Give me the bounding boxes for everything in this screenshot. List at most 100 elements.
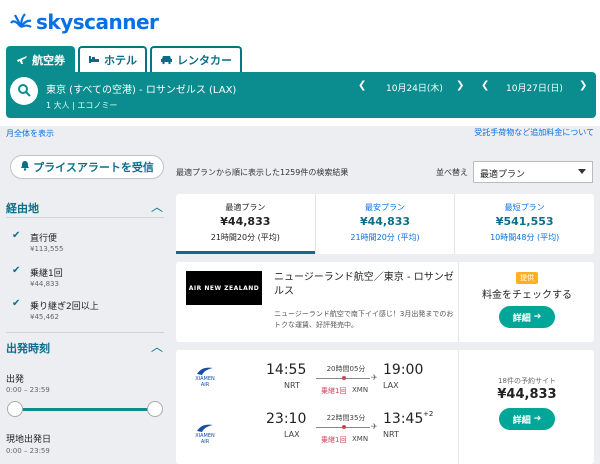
stops-collapse-chevron-icon[interactable]: ︿ (151, 198, 163, 215)
tab-fastest[interactable]: 最短プラン ¥541,553 10時間48分 (平均) (455, 194, 594, 254)
category-price: ¥44,833 (220, 215, 271, 228)
air-new-zealand-logo: AIR NEW ZEALAND (186, 271, 262, 305)
tab-hotels[interactable]: ホテル (78, 46, 147, 72)
xiamen-air-egret-icon (192, 423, 218, 433)
sponsored-ad-card[interactable]: AIR NEW ZEALAND ニュージーランド航空／東京 - ロサンゼルス ニ… (176, 262, 594, 342)
flight-result-card[interactable]: XIAMEN AIR 14:55 NRT 20時間05分 ✈ 乗継1回 XMN … (176, 350, 594, 464)
arr-airport: LAX (383, 381, 399, 390)
brand-name: skyscanner (36, 10, 159, 34)
month-view-link[interactable]: 月全体を表示 (6, 128, 54, 139)
check-price-text: 料金をチェックする (482, 290, 572, 301)
header: skyscanner 航空券 ホテル レンタカー 東京 (すべての空港) - ロ… (0, 0, 600, 138)
bell-icon (20, 160, 30, 174)
sort-label: 並べ替え (436, 168, 468, 177)
search-passengers[interactable]: 1 大人 | エコノミー (46, 100, 117, 111)
sponsored-badge: 提供 (516, 272, 538, 284)
stop-option-price: ¥45,462 (30, 313, 59, 321)
tab-car-rental-label: レンタカー (177, 54, 232, 67)
stop-dot (342, 425, 346, 429)
ad-cta-panel: 提供 料金をチェックする 詳細 ➔ (458, 262, 594, 342)
departure-time-heading[interactable]: 出発時刻 (6, 340, 50, 356)
stop-count: 乗継1回 (321, 436, 347, 444)
slider-handle-min[interactable] (7, 401, 23, 417)
arrow-right-icon: ➔ (533, 414, 542, 424)
price-alert-label: プライスアラートを受信 (33, 161, 154, 174)
stop-option-price: ¥44,833 (30, 280, 59, 288)
result-category-tabs: 最適プラン ¥44,833 21時間20分 (平均) 最安プラン ¥44,833… (176, 194, 594, 254)
ad-details-label: 詳細 (512, 313, 531, 324)
outbound-leg: XIAMEN AIR 14:55 NRT 20時間05分 ✈ 乗継1回 XMN … (176, 350, 458, 407)
tab-flights-label: 航空券 (32, 54, 65, 67)
flight-price: ¥44,833 (497, 387, 557, 402)
flight-details-button[interactable]: 詳細 ➔ (499, 408, 555, 430)
product-tabs: 航空券 ホテル レンタカー (6, 46, 245, 72)
tab-car-rental[interactable]: レンタカー (150, 46, 242, 72)
checkbox-direct[interactable]: ✔ (12, 230, 20, 241)
brand-logo[interactable]: skyscanner (10, 10, 159, 34)
airline-name: XIAMEN AIR (195, 376, 215, 388)
day-offset: +2 (423, 410, 434, 418)
airline-name: XIAMEN AIR (195, 433, 215, 445)
checkbox-one-stop[interactable]: ✔ (12, 265, 20, 276)
plane-icon: ✈ (371, 422, 378, 431)
stop-option-label: 乗継1回 (30, 269, 63, 279)
dep-time: 14:55 (266, 362, 307, 378)
departure-time-slider[interactable] (14, 408, 156, 411)
depart-prev-chevron-icon[interactable]: ❮ (358, 80, 366, 91)
category-price: ¥541,553 (495, 215, 554, 228)
search-route[interactable]: 東京 (すべての空港) - ロサンゼルス (LAX) (46, 81, 236, 96)
baggage-fees-link[interactable]: 受託手荷物など追加料金について (474, 127, 594, 138)
stop-option-label: 乗り継ぎ2回以上 (30, 302, 99, 312)
arr-time: 19:00 (383, 362, 424, 378)
leg-duration: 22時間35分 (326, 414, 366, 422)
via-airport: XMN (352, 435, 369, 443)
skyscanner-sun-icon (10, 12, 32, 33)
slider-handle-max[interactable] (147, 401, 163, 417)
departure-label: 出発 (6, 375, 25, 385)
search-button[interactable] (10, 77, 38, 105)
ad-description: ニュージーランド航空で南下イイ感じ！3月出発までのおトクな運賃、好評発売中。 (274, 310, 454, 329)
category-title: 最安プラン (365, 203, 405, 212)
results-count: 最適プランから順に表示した1259件の検索結果 (176, 168, 349, 177)
return-prev-chevron-icon[interactable]: ❮ (481, 80, 489, 91)
dep-time: 23:10 (266, 411, 307, 427)
return-departure-range: 0:00 – 23:59 (6, 447, 50, 455)
car-icon (160, 53, 177, 68)
sort-select[interactable]: 最適プラン (473, 161, 593, 183)
stop-count: 乗継1回 (321, 387, 347, 395)
category-title: 最適プラン (225, 203, 266, 212)
bed-icon (88, 53, 104, 68)
via-airport: XMN (352, 386, 369, 394)
dep-airport: LAX (284, 430, 300, 439)
return-date[interactable]: 10月27日(日) (506, 81, 563, 94)
return-departure-label: 現地出発日 (6, 435, 52, 445)
checkbox-two-plus-stops[interactable]: ✔ (12, 298, 20, 309)
ad-logo-text: AIR NEW ZEALAND (188, 284, 260, 292)
category-duration: 21時間20分 (平均) (210, 233, 280, 242)
price-panel: 18件の予約サイト ¥44,833 詳細 ➔ (458, 350, 594, 464)
stops-heading[interactable]: 経由地 (6, 200, 39, 216)
tab-flights[interactable]: 航空券 (6, 46, 75, 72)
depart-next-chevron-icon[interactable]: ❯ (456, 80, 464, 91)
category-title: 最短プラン (504, 203, 545, 212)
search-icon (17, 83, 31, 100)
tab-hotels-label: ホテル (104, 54, 137, 67)
dropdown-caret-icon (578, 169, 586, 174)
dep-airport: NRT (284, 381, 300, 390)
category-price: ¥44,833 (359, 215, 411, 228)
depart-date[interactable]: 10月24日(木) (386, 81, 443, 94)
departure-range: 0:00 – 23:59 (6, 386, 50, 394)
return-next-chevron-icon[interactable]: ❯ (579, 80, 587, 91)
tab-cheapest[interactable]: 最安プラン ¥44,833 21時間20分 (平均) (316, 194, 456, 254)
price-alert-button[interactable]: プライスアラートを受信 (10, 155, 164, 179)
tab-best[interactable]: 最適プラン ¥44,833 21時間20分 (平均) (176, 194, 316, 254)
stop-dot (342, 376, 346, 380)
time-collapse-chevron-icon[interactable]: ︿ (151, 338, 163, 355)
search-summary-bar[interactable]: 東京 (すべての空港) - ロサンゼルス (LAX) 1 大人 | エコノミー … (6, 72, 596, 118)
xiamen-air-egret-icon (192, 366, 218, 376)
airline-logo: XIAMEN AIR (192, 423, 218, 445)
ad-details-button[interactable]: 詳細 ➔ (499, 306, 555, 328)
arr-time: 13:45 (383, 411, 424, 427)
flight-details-label: 詳細 (512, 415, 531, 426)
ad-title: ニュージーランド航空／東京 - ロサンゼルス (274, 272, 454, 297)
